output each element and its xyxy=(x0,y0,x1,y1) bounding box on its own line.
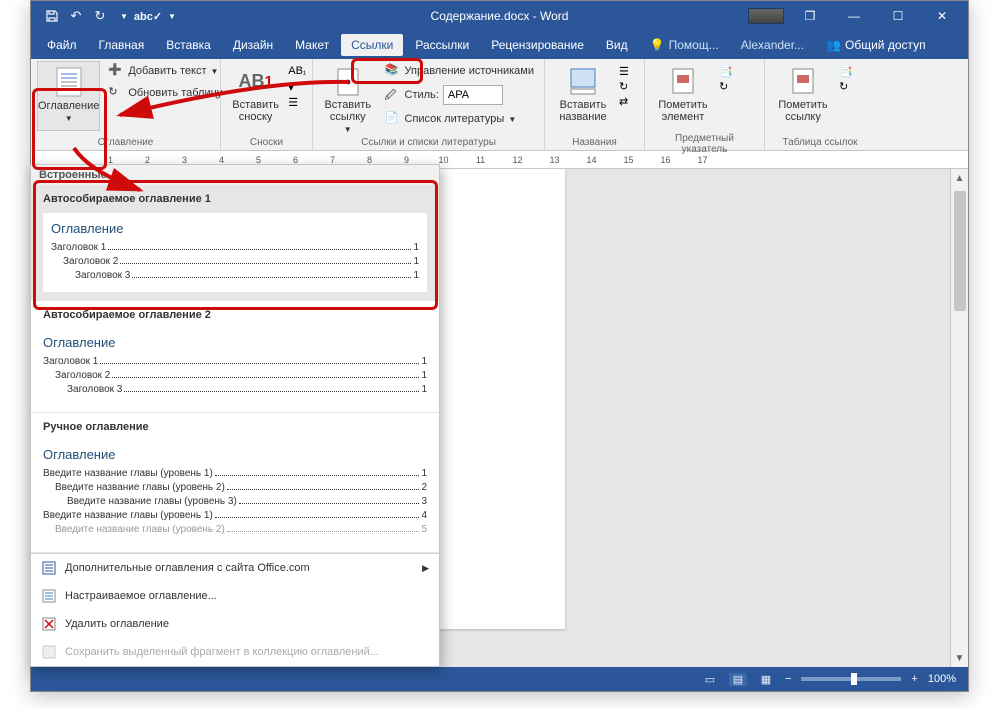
share-button[interactable]: 👥 Общий доступ xyxy=(816,34,936,56)
citation-style: 🖉Стиль: xyxy=(381,83,538,107)
save-icon xyxy=(41,644,57,660)
tab-design[interactable]: Дизайн xyxy=(223,34,283,56)
minimize-icon[interactable]: — xyxy=(836,4,872,28)
manage-sources-button[interactable]: 📚Управление источниками xyxy=(381,61,538,81)
toc-gallery-panel: Встроенные Автособираемое оглавление 1 О… xyxy=(30,164,440,667)
undo-icon[interactable]: ↶ xyxy=(67,7,85,25)
insert-index-icon[interactable]: 📑 xyxy=(719,65,733,78)
mark-index-button[interactable]: Пометить элемент xyxy=(651,61,715,131)
custom-toc-button[interactable]: Настраиваемое оглавление... xyxy=(31,582,439,610)
update-index-icon[interactable]: ↻ xyxy=(719,80,733,93)
ribbon-group-captions: Вставить название ☰ ↻ ⇄ Названия xyxy=(545,59,645,150)
redo-icon[interactable]: ↻ xyxy=(91,7,109,25)
annotation-arrow-2 xyxy=(70,142,160,202)
tab-insert[interactable]: Вставка xyxy=(156,34,221,56)
web-layout-icon[interactable]: ▦ xyxy=(757,673,775,686)
office-icon xyxy=(41,560,57,576)
zoom-out-icon[interactable]: − xyxy=(785,673,791,685)
zoom-slider[interactable] xyxy=(801,677,901,681)
sources-icon: 📚 xyxy=(385,63,401,79)
user-account[interactable]: Alexander... xyxy=(731,34,814,56)
zoom-in-icon[interactable]: + xyxy=(911,673,917,685)
chevron-down-icon: ▼ xyxy=(65,114,73,123)
insert-caption-button[interactable]: Вставить название xyxy=(551,61,615,131)
scroll-down-icon[interactable]: ▼ xyxy=(951,649,968,667)
gallery-item-manual-toc[interactable]: Ручное оглавление Оглавление Введите наз… xyxy=(31,413,439,553)
chevron-right-icon: ▶ xyxy=(422,563,429,574)
cross-ref-icon[interactable]: ⇄ xyxy=(619,95,629,108)
print-layout-icon[interactable]: ▤ xyxy=(729,673,747,686)
index-icon xyxy=(667,65,699,97)
titlebar: ↶ ↻ ▼ abc✓ ▼ Содержание.docx - Word ❐ — … xyxy=(31,1,968,31)
gallery-preview: Оглавление Заголовок 11 Заголовок 21 Заг… xyxy=(43,329,427,404)
toc-icon xyxy=(41,588,57,604)
vertical-scrollbar[interactable]: ▲ ▼ xyxy=(950,169,968,667)
maximize-icon[interactable]: ☐ xyxy=(880,4,916,28)
tell-me[interactable]: 💡Помощ... xyxy=(640,34,729,56)
close-icon[interactable]: ✕ xyxy=(924,4,960,28)
bibliography-icon: 📄 xyxy=(385,111,401,127)
chevron-down-icon[interactable]: ▼ xyxy=(115,7,133,25)
tab-home[interactable]: Главная xyxy=(89,34,155,56)
toa-icon xyxy=(787,65,819,97)
caption-icon xyxy=(567,65,599,97)
toc-icon xyxy=(53,66,85,98)
annotation-arrow-1 xyxy=(110,70,360,130)
tab-layout[interactable]: Макет xyxy=(285,34,339,56)
style-icon: 🖉 xyxy=(385,87,401,103)
gallery-preview: Оглавление Введите название главы (урове… xyxy=(43,441,427,544)
read-mode-icon[interactable]: ▭ xyxy=(701,673,719,686)
spelling-icon[interactable]: abc✓ xyxy=(139,7,157,25)
update-toa-icon[interactable]: ↻ xyxy=(839,80,853,93)
gallery-item-auto-toc-1[interactable]: Автособираемое оглавление 1 Оглавление З… xyxy=(31,185,439,301)
tab-references[interactable]: Ссылки xyxy=(341,34,403,56)
scroll-up-icon[interactable]: ▲ xyxy=(951,169,968,187)
tab-view[interactable]: Вид xyxy=(596,34,638,56)
share-icon: 👥 xyxy=(826,38,841,52)
ribbon-tabs: Файл Главная Вставка Дизайн Макет Ссылки… xyxy=(31,31,968,59)
caption-list-icon[interactable]: ☰ xyxy=(619,65,629,78)
save-selection-button: Сохранить выделенный фрагмент в коллекци… xyxy=(31,638,439,666)
tab-file[interactable]: Файл xyxy=(37,34,87,56)
ribbon-group-index: Пометить элемент 📑 ↻ Предметный указател… xyxy=(645,59,765,150)
gallery-item-auto-toc-2[interactable]: Автособираемое оглавление 2 Оглавление З… xyxy=(31,301,439,413)
lightbulb-icon: 💡 xyxy=(650,38,665,52)
window-restore-icon[interactable]: ❐ xyxy=(792,4,828,28)
ribbon-display-toggle[interactable] xyxy=(748,8,784,24)
more-toc-office-button[interactable]: Дополнительные оглавления с сайта Office… xyxy=(31,554,439,582)
quick-access-toolbar: ↶ ↻ ▼ abc✓ ▼ xyxy=(31,7,181,25)
style-select[interactable] xyxy=(443,85,503,105)
tab-mailings[interactable]: Рассылки xyxy=(405,34,479,56)
gallery-preview: Оглавление Заголовок 11 Заголовок 21 Заг… xyxy=(43,213,427,292)
statusbar: ▭ ▤ ▦ − + 100% xyxy=(31,667,968,691)
zoom-level[interactable]: 100% xyxy=(928,673,956,685)
save-icon[interactable] xyxy=(43,7,61,25)
ribbon-group-toa: Пометить ссылку 📑 ↻ Таблица ссылок xyxy=(765,59,875,150)
chevron-down-icon[interactable]: ▼ xyxy=(163,7,181,25)
remove-toc-button[interactable]: Удалить оглавление xyxy=(31,610,439,638)
insert-toa-icon[interactable]: 📑 xyxy=(839,65,853,78)
caption-update-icon[interactable]: ↻ xyxy=(619,80,629,93)
remove-icon xyxy=(41,616,57,632)
scroll-thumb[interactable] xyxy=(954,191,966,311)
window-title: Содержание.docx - Word xyxy=(431,9,569,23)
toc-button[interactable]: Оглавление ▼ xyxy=(37,61,100,131)
bibliography-button[interactable]: 📄Список литературы▼ xyxy=(381,109,538,129)
mark-citation-button[interactable]: Пометить ссылку xyxy=(771,61,835,131)
tab-review[interactable]: Рецензирование xyxy=(481,34,594,56)
